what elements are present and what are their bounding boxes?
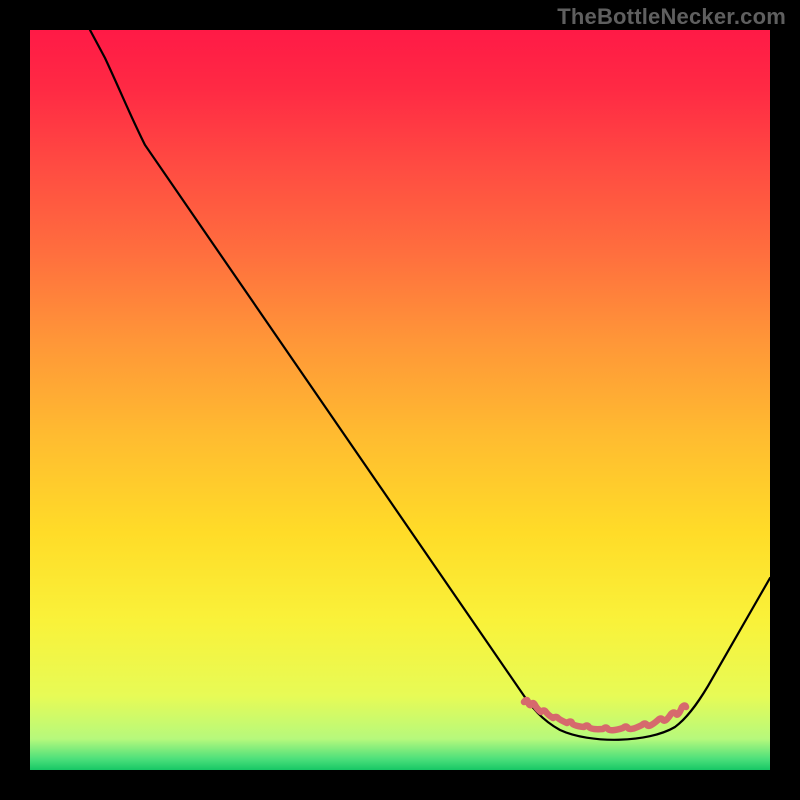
chart-stage: TheBottleNecker.com [0,0,800,800]
plot-svg [30,30,770,770]
plot-area [30,30,770,770]
watermark-text: TheBottleNecker.com [557,4,786,30]
gradient-rect [30,30,770,770]
